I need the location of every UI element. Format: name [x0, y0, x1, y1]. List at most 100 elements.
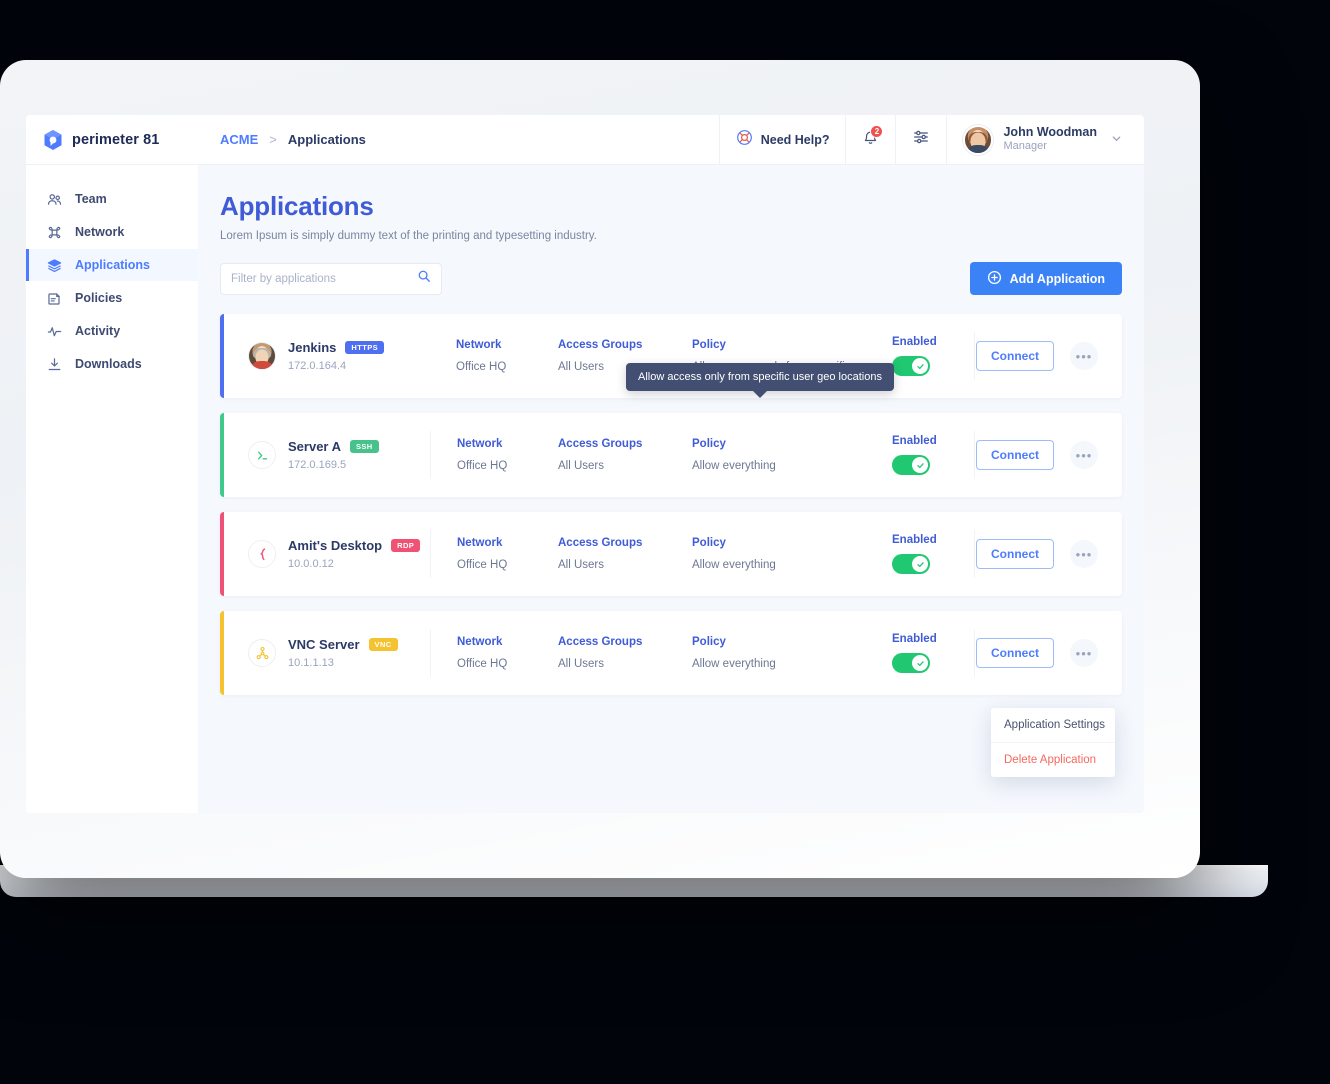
policy-column: Policy Allow everything: [692, 431, 892, 479]
state-label: Enabled: [892, 633, 937, 645]
enable-toggle[interactable]: [892, 554, 930, 574]
column-header-policy: Policy: [692, 438, 726, 450]
protocol-badge: RDP: [391, 539, 421, 552]
enable-toggle[interactable]: [892, 653, 930, 673]
search-box[interactable]: [220, 262, 442, 295]
sidebar-item-activity[interactable]: Activity: [26, 315, 198, 347]
application-ip: 10.0.0.12: [288, 558, 334, 570]
avatar: [963, 124, 994, 155]
application-identity: VNC Server VNC 10.1.1.13: [220, 637, 430, 669]
column-header-network: Network: [457, 636, 503, 648]
column-header-policy: Policy: [692, 537, 726, 549]
table-row[interactable]: Amit's Desktop RDP 10.0.0.12 Network Off…: [220, 512, 1122, 596]
toggle-knob: [912, 457, 928, 473]
sliders-icon: [912, 128, 930, 151]
bell-icon: 2: [862, 124, 884, 151]
row-context-menu: Application Settings Delete Application: [991, 708, 1115, 777]
add-application-button[interactable]: Add Application: [969, 262, 1122, 295]
main-area: ACME > Applications Need Help? 2 John Wo…: [198, 115, 1144, 813]
row-accent-bar: [220, 413, 224, 497]
application-window: perimeter 81 Team Network Applications P…: [26, 115, 1144, 813]
brand-logo[interactable]: perimeter 81: [26, 115, 198, 165]
protocol-badge: HTTPS: [345, 341, 385, 354]
state-column: Enabled: [892, 530, 974, 578]
application-identity: Amit's Desktop RDP 10.0.0.12: [220, 538, 430, 570]
rdp-bolt-icon: [248, 540, 276, 568]
user-role: Manager: [1003, 140, 1047, 153]
sidebar-nav: Team Network Applications Policies Activ…: [26, 165, 198, 380]
need-help-button[interactable]: Need Help?: [718, 115, 846, 165]
sidebar-item-label: Policies: [75, 291, 123, 305]
user-menu[interactable]: John Woodman Manager: [946, 115, 1144, 165]
ellipsis-icon[interactable]: •••: [1070, 639, 1098, 667]
sidebar-item-label: Network: [75, 225, 125, 239]
network-icon: [46, 224, 62, 240]
enable-toggle[interactable]: [892, 455, 930, 475]
network-value: Office HQ: [456, 361, 507, 373]
state-label: Enabled: [892, 336, 937, 348]
access-groups-column: Access Groups All Users: [558, 431, 692, 479]
network-column: Network Office HQ: [430, 629, 558, 677]
application-ip: 172.0.164.4: [288, 360, 347, 372]
breadcrumb-root[interactable]: ACME: [220, 132, 258, 147]
content-toolbar: Add Application: [220, 262, 1122, 295]
column-header-access-groups: Access Groups: [558, 339, 643, 351]
connect-button[interactable]: Connect: [976, 638, 1054, 668]
policy-column: Policy Allow everything: [692, 629, 892, 677]
table-row[interactable]: Server A SSH 172.0.169.5 Network Office …: [220, 413, 1122, 497]
settings-button[interactable]: [895, 115, 946, 165]
sidebar-item-applications[interactable]: Applications: [26, 249, 198, 281]
application-ip: 172.0.169.5: [288, 459, 347, 471]
network-column: Network Office HQ: [430, 530, 558, 578]
column-header-policy: Policy: [692, 636, 726, 648]
breadcrumb-current: Applications: [287, 132, 366, 147]
sidebar-item-label: Applications: [75, 258, 151, 272]
breadcrumb-separator: >: [269, 132, 277, 147]
jenkins-butler-icon: [248, 342, 276, 370]
need-help-label: Need Help?: [760, 132, 830, 147]
perimeter81-cube-icon: [43, 129, 63, 151]
row-accent-bar: [220, 314, 224, 398]
menu-item-application-settings[interactable]: Application Settings: [991, 708, 1115, 742]
enable-toggle[interactable]: [892, 356, 930, 376]
row-accent-bar: [220, 512, 224, 596]
policy-column: Policy Allow everything: [692, 530, 892, 578]
content-area: Applications Lorem Ipsum is simply dummy…: [198, 165, 1144, 813]
connect-button[interactable]: Connect: [976, 440, 1054, 470]
row-actions: Connect •••: [974, 530, 1122, 578]
sidebar-item-label: Downloads: [75, 357, 142, 371]
sidebar: perimeter 81 Team Network Applications P…: [26, 115, 198, 813]
row-actions: Connect •••: [974, 431, 1122, 479]
connect-button[interactable]: Connect: [976, 539, 1054, 569]
page-title: Applications: [220, 191, 374, 221]
policy-value: Allow everything: [692, 658, 776, 670]
search-icon[interactable]: [417, 269, 431, 288]
protocol-badge: SSH: [350, 440, 379, 453]
state-column: Enabled: [892, 332, 974, 380]
toggle-knob: [912, 358, 928, 374]
ellipsis-icon[interactable]: •••: [1070, 441, 1098, 469]
application-identity: Jenkins HTTPS 172.0.164.4: [220, 340, 430, 372]
sidebar-item-team[interactable]: Team: [26, 183, 198, 215]
policy-tooltip: Allow access only from specific user geo…: [626, 363, 894, 391]
application-name: Server A: [288, 439, 341, 454]
menu-item-delete-application[interactable]: Delete Application: [991, 742, 1115, 777]
state-label: Enabled: [892, 435, 937, 447]
sidebar-item-downloads[interactable]: Downloads: [26, 348, 198, 380]
connect-button[interactable]: Connect: [976, 341, 1054, 371]
ellipsis-icon[interactable]: •••: [1070, 540, 1098, 568]
application-name: Jenkins: [288, 340, 337, 355]
table-row[interactable]: VNC Server VNC 10.1.1.13 Network Office …: [220, 611, 1122, 695]
sidebar-item-policies[interactable]: Policies: [26, 282, 198, 314]
search-input[interactable]: [231, 272, 417, 285]
sidebar-item-network[interactable]: Network: [26, 216, 198, 248]
access-groups-value: All Users: [558, 559, 605, 571]
policy-value: Allow everything: [692, 460, 776, 472]
state-column: Enabled: [892, 629, 974, 677]
column-header-network: Network: [457, 438, 503, 450]
ellipsis-icon[interactable]: •••: [1070, 342, 1098, 370]
notifications-button[interactable]: 2: [845, 115, 895, 165]
column-header-network: Network: [457, 537, 503, 549]
layers-icon: [46, 257, 62, 273]
row-actions: Connect •••: [974, 332, 1122, 380]
